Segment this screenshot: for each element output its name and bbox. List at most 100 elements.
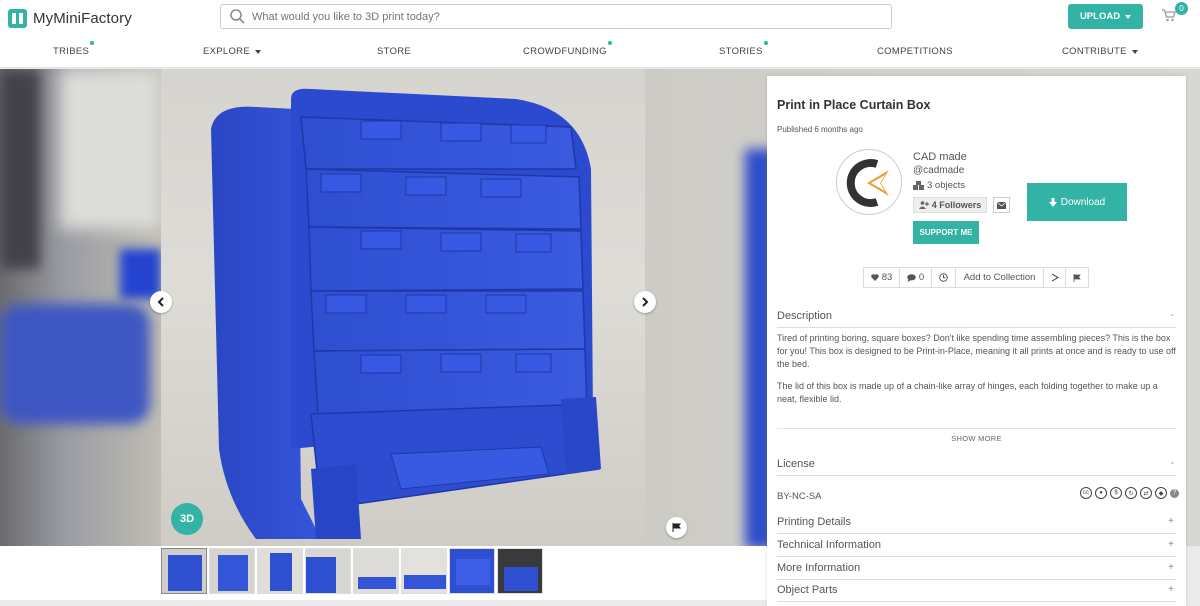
- description-paragraph: Tired of printing boring, square boxes? …: [777, 333, 1176, 369]
- add-to-collection-button[interactable]: Add to Collection: [956, 268, 1044, 287]
- heart-icon: [870, 274, 879, 281]
- thumbnail[interactable]: [209, 548, 255, 594]
- chevron-down-icon: [1125, 14, 1132, 19]
- thumbnail[interactable]: [401, 548, 447, 594]
- chevron-down-icon: [1131, 49, 1138, 54]
- search-input[interactable]: [252, 10, 852, 23]
- thumbnail-strip: [0, 546, 770, 600]
- report-button[interactable]: [1066, 268, 1088, 287]
- notification-dot: [607, 41, 612, 45]
- support-me-button[interactable]: SUPPORT ME: [913, 221, 979, 244]
- comment-icon: [907, 273, 916, 282]
- nav-crowdfunding[interactable]: CROWDFUNDING: [523, 41, 612, 57]
- report-flag-button[interactable]: [666, 517, 687, 538]
- search-icon: [230, 8, 245, 24]
- like-button[interactable]: 83: [864, 268, 900, 287]
- download-label: Download: [1060, 196, 1106, 208]
- comment-button[interactable]: 0: [900, 268, 932, 287]
- license-header[interactable]: License -: [777, 458, 1176, 476]
- nav-tribes[interactable]: TRIBES: [53, 41, 95, 57]
- expand-toggle[interactable]: +: [1168, 584, 1174, 595]
- previous-image-button[interactable]: [150, 291, 172, 313]
- logo-text: MyMiniFactory: [33, 9, 132, 27]
- history-button[interactable]: [932, 268, 956, 287]
- flag-icon: [1073, 273, 1081, 282]
- description-paragraph: The lid of this box is made up of a chai…: [777, 381, 1158, 404]
- collapse-toggle[interactable]: -: [1171, 458, 1174, 469]
- nav-label: COMPETITIONS: [877, 46, 953, 57]
- thumbnail[interactable]: [257, 548, 303, 594]
- chevron-left-icon: [157, 297, 164, 307]
- expand-toggle[interactable]: +: [1168, 562, 1174, 573]
- section-title: More Information: [777, 562, 861, 574]
- thumbnail[interactable]: [449, 548, 495, 594]
- remix-icon: ⇄: [1140, 487, 1152, 499]
- action-bar: 83 0 Add to Collection: [863, 267, 1089, 288]
- help-icon[interactable]: ?: [1170, 488, 1179, 498]
- nav-contribute[interactable]: CONTRIBUTE: [1062, 46, 1138, 57]
- published-date: Published 6 months ago: [777, 125, 863, 134]
- section-title: Object Parts: [777, 584, 838, 596]
- notification-dot: [763, 41, 768, 45]
- cart-icon[interactable]: [1162, 9, 1176, 22]
- expand-toggle[interactable]: +: [1168, 516, 1174, 527]
- object-details-panel: Print in Place Curtain Box Published 6 m…: [767, 76, 1186, 606]
- chevron-down-icon: [254, 49, 261, 54]
- logo[interactable]: MyMiniFactory: [8, 7, 132, 29]
- author-avatar[interactable]: [836, 149, 902, 215]
- object-parts-header[interactable]: Object Parts +: [777, 584, 1176, 602]
- objects-count: 3 objects: [927, 180, 966, 191]
- share-icon: [1051, 273, 1059, 282]
- nav-label: STORIES: [719, 46, 763, 57]
- description-header[interactable]: Description -: [777, 310, 1176, 328]
- logo-icon: [8, 8, 27, 28]
- flag-icon: [672, 523, 681, 532]
- nav-stories[interactable]: STORIES: [719, 41, 768, 57]
- clock-icon: [939, 273, 948, 282]
- author-handle: @cadmade: [913, 165, 965, 176]
- thumbnail[interactable]: [497, 548, 543, 594]
- thumbnail[interactable]: [305, 548, 351, 594]
- commercial-icon: ◆: [1155, 487, 1167, 499]
- search-bar[interactable]: [220, 4, 892, 29]
- thumbnail[interactable]: [353, 548, 399, 594]
- follow-button[interactable]: 4 Followers: [913, 197, 987, 213]
- nc-icon: $: [1110, 487, 1122, 499]
- expand-toggle[interactable]: +: [1168, 539, 1174, 550]
- message-button[interactable]: [993, 197, 1010, 213]
- next-image-button[interactable]: [634, 291, 656, 313]
- technical-information-header[interactable]: Technical Information +: [777, 539, 1176, 557]
- cadmade-logo-icon: [846, 159, 889, 207]
- nav-label: TRIBES: [53, 46, 90, 57]
- license-value: BY-NC-SA: [777, 491, 822, 502]
- view-3d-button[interactable]: 3D: [171, 503, 203, 535]
- upload-button[interactable]: UPLOAD: [1068, 4, 1143, 29]
- license-icons: cc ● $ ↻ ⇄ ◆ ?: [1080, 487, 1179, 499]
- more-information-header[interactable]: More Information +: [777, 562, 1176, 580]
- printing-details-header[interactable]: Printing Details +: [777, 516, 1176, 534]
- comment-count: 0: [918, 272, 925, 283]
- curtain-box-photo: [211, 88, 601, 539]
- upload-label: UPLOAD: [1079, 11, 1121, 22]
- author-objects[interactable]: 3 objects: [913, 180, 965, 191]
- nav-label: STORE: [377, 46, 412, 57]
- sa-icon: ↻: [1125, 487, 1137, 499]
- share-button[interactable]: [1044, 268, 1066, 287]
- nav-competitions[interactable]: COMPETITIONS: [877, 46, 953, 57]
- envelope-icon: [997, 201, 1006, 209]
- section-title: Technical Information: [777, 539, 881, 551]
- thumbnail[interactable]: [161, 548, 207, 594]
- show-more-button[interactable]: SHOW MORE: [777, 428, 1176, 443]
- download-button[interactable]: Download: [1027, 183, 1127, 221]
- nav-store[interactable]: STORE: [377, 46, 411, 57]
- nav-explore[interactable]: EXPLORE: [203, 46, 261, 57]
- section-title: License: [777, 458, 815, 470]
- object-title: Print in Place Curtain Box: [777, 98, 931, 112]
- top-bar: MyMiniFactory UPLOAD 0: [0, 0, 1200, 36]
- nav-label: CONTRIBUTE: [1062, 46, 1127, 57]
- collapse-toggle[interactable]: -: [1171, 310, 1174, 321]
- author-name[interactable]: CAD made: [913, 151, 967, 163]
- download-arrow-icon: [1048, 197, 1057, 207]
- main-photo[interactable]: [161, 69, 645, 546]
- cubes-icon: [913, 181, 924, 190]
